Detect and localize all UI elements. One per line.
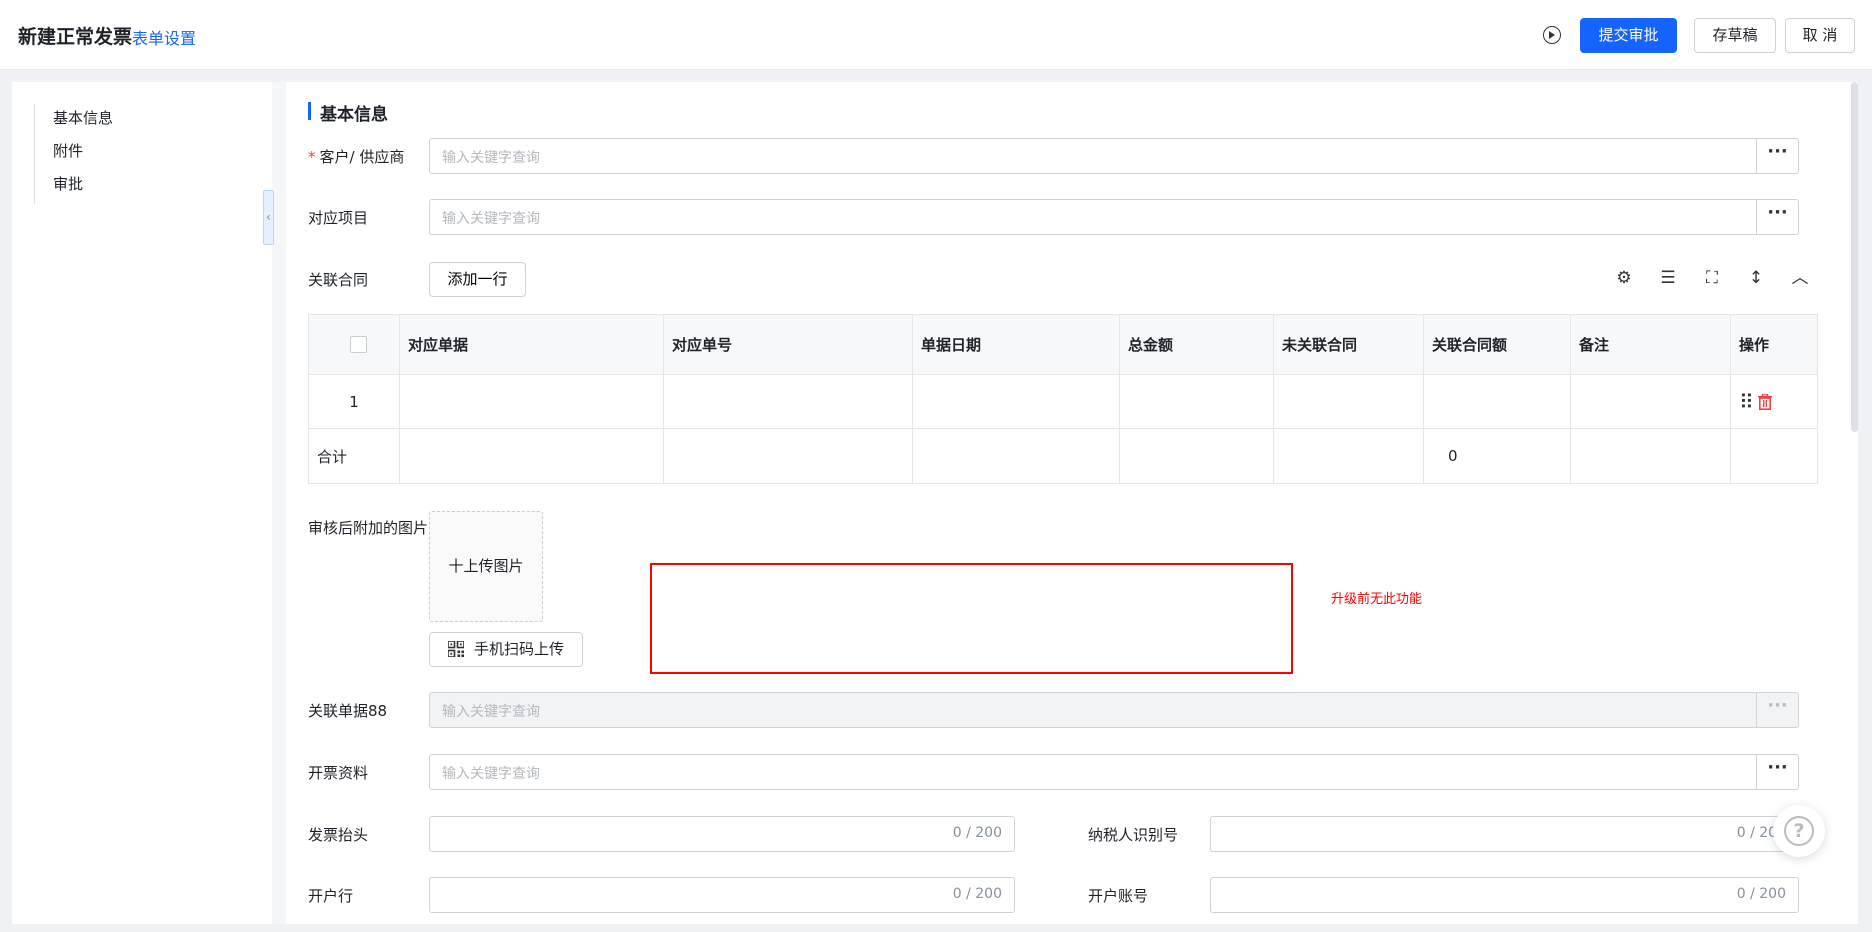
collapse-nav-handle[interactable]: ‹ — [263, 190, 274, 245]
table-cell[interactable] — [1571, 375, 1731, 428]
column-header: 对应单据 — [400, 315, 664, 374]
actions-cell: ⠿ — [1731, 375, 1817, 428]
table-cell — [1571, 429, 1731, 483]
project-input[interactable]: 输入关键字查询 ··· — [429, 199, 1799, 235]
select-all-cell — [309, 315, 400, 374]
nav-item-basic-info[interactable]: 基本信息 — [35, 104, 264, 137]
table-cell — [1274, 429, 1424, 483]
table-cell — [1120, 429, 1274, 483]
help-icon: ? — [1784, 816, 1814, 846]
column-header: 关联合同额 — [1424, 315, 1571, 374]
nav-divider — [272, 82, 286, 924]
related-doc-input: 输入关键字查询 ··· — [429, 692, 1799, 728]
char-count: 0 / 200 — [1736, 886, 1786, 902]
table-row: 1 ⠿ — [309, 375, 1817, 429]
table-cell[interactable] — [1274, 375, 1424, 428]
scan-upload-label: 手机扫码上传 — [474, 640, 565, 658]
column-header: 总金额 — [1120, 315, 1274, 374]
total-contract-amount: 0 — [1424, 429, 1571, 483]
column-header: 未关联合同 — [1274, 315, 1424, 374]
header-bar: 新建正常发票 表单设置 提交审批 存草稿 取 消 — [0, 0, 1872, 70]
form-settings-link[interactable]: 表单设置 — [132, 25, 196, 49]
table-cell[interactable] — [1120, 375, 1274, 428]
contract-label: 关联合同 — [308, 271, 369, 289]
image-label: 审核后附加的图片 — [308, 519, 429, 537]
account-field[interactable]: 0 / 200 — [1210, 877, 1799, 913]
qr-code-icon — [448, 641, 464, 657]
submit-approval-button[interactable]: 提交审批 — [1580, 18, 1677, 53]
column-header: 备注 — [1571, 315, 1731, 374]
fullscreen-icon[interactable]: ⛶ — [1698, 264, 1726, 292]
table-cell[interactable] — [913, 375, 1120, 428]
table-total-row: 合计 0 — [309, 429, 1817, 483]
play-icon[interactable] — [1543, 26, 1561, 44]
add-row-button[interactable]: 添加一行 — [429, 262, 526, 297]
row-number-cell: 1 — [309, 375, 400, 428]
table-cell[interactable] — [400, 375, 664, 428]
table-cell — [400, 429, 664, 483]
chevron-up-icon[interactable]: ︿ — [1786, 264, 1814, 292]
bank-field[interactable]: 0 / 200 — [429, 877, 1015, 913]
bank-label: 开户行 — [308, 887, 354, 905]
row-number: 1 — [349, 392, 359, 411]
customer-placeholder: 输入关键字查询 — [442, 150, 540, 166]
project-label: 对应项目 — [308, 209, 369, 227]
total-label: 合计 — [309, 429, 400, 483]
delete-icon[interactable] — [1757, 393, 1772, 410]
form-content: 基本信息 * 客户/ 供应商 输入关键字查询 ··· 对应项目 输入关键字查询 ·… — [286, 82, 1846, 924]
cancel-button[interactable]: 取 消 — [1785, 18, 1855, 53]
table-cell[interactable] — [1424, 375, 1571, 428]
customer-label: * 客户/ 供应商 — [308, 148, 405, 166]
char-count: 0 / 200 — [952, 825, 1002, 841]
section-title: 基本信息 — [308, 100, 388, 125]
related-doc-label: 关联单据88 — [308, 702, 388, 720]
annotation-note: 升级前无此功能 — [1331, 592, 1423, 607]
table-cell[interactable] — [664, 375, 913, 428]
invoice-info-placeholder: 输入关键字查询 — [442, 766, 540, 782]
table-header: 对应单据 对应单号 单据日期 总金额 未关联合同 关联合同额 备注 操作 — [309, 315, 1817, 375]
help-button[interactable]: ? — [1773, 805, 1825, 857]
column-header: 对应单号 — [664, 315, 913, 374]
taxpayer-id-field[interactable]: 0 / 200 — [1210, 816, 1799, 852]
contract-table: 对应单据 对应单号 单据日期 总金额 未关联合同 关联合同额 备注 操作 1 ⠿ — [308, 314, 1818, 484]
invoice-title-label: 发票抬头 — [308, 826, 369, 844]
table-cell — [1731, 429, 1817, 483]
column-header: 操作 — [1739, 336, 1770, 354]
gear-icon[interactable]: ⚙ — [1610, 264, 1638, 292]
related-doc-placeholder: 输入关键字查询 — [442, 704, 540, 720]
project-placeholder: 输入关键字查询 — [442, 211, 540, 227]
scan-upload-button[interactable]: 手机扫码上传 — [429, 632, 583, 667]
customer-input[interactable]: 输入关键字查询 ··· — [429, 138, 1799, 174]
select-all-checkbox[interactable] — [349, 336, 367, 353]
account-label: 开户账号 — [1088, 887, 1149, 905]
invoice-info-input[interactable]: 输入关键字查询 ··· — [429, 754, 1799, 790]
invoice-title-field[interactable]: 0 / 200 — [429, 816, 1015, 852]
char-count: 0 / 200 — [952, 886, 1002, 902]
more-icon[interactable]: ··· — [1756, 139, 1798, 173]
more-icon[interactable]: ··· — [1756, 200, 1798, 234]
upload-image-button[interactable]: 十上传图片 — [429, 511, 543, 622]
nav-item-attachments[interactable]: 附件 — [35, 137, 264, 170]
scrollbar[interactable] — [1851, 82, 1858, 432]
nav-item-approval[interactable]: 审批 — [35, 170, 264, 203]
section-nav: 基本信息 附件 审批 — [34, 104, 264, 204]
more-icon: ··· — [1756, 693, 1798, 727]
save-draft-button[interactable]: 存草稿 — [1694, 18, 1776, 53]
page-title: 新建正常发票 — [18, 26, 133, 48]
column-header: 单据日期 — [913, 315, 1120, 374]
table-cell — [664, 429, 913, 483]
invoice-info-label: 开票资料 — [308, 764, 369, 782]
drag-handle-icon[interactable]: ⠿ — [1739, 390, 1754, 414]
taxpayer-label: 纳税人识别号 — [1088, 826, 1179, 844]
annotation-box — [650, 563, 1293, 674]
form-card: 基本信息 附件 审批 ‹ 基本信息 * 客户/ 供应商 输入关键字查询 ··· 对… — [12, 82, 1858, 924]
table-cell — [913, 429, 1120, 483]
more-icon[interactable]: ··· — [1756, 755, 1798, 789]
expand-vertical-icon[interactable]: ↕ — [1742, 264, 1770, 292]
line-height-icon[interactable]: ☰ — [1654, 264, 1682, 292]
